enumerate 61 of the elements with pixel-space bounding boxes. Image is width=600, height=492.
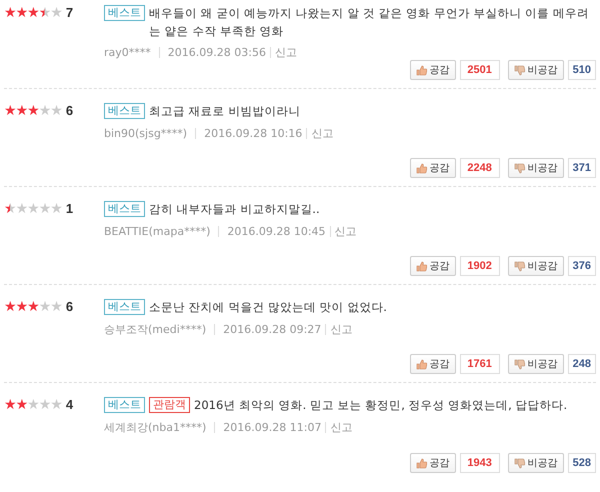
review-tag: 베스트 — [104, 103, 145, 119]
author-name: 세계최강(nba1****) — [104, 422, 216, 433]
dislike-button[interactable]: 비공감 — [508, 158, 564, 178]
dislike-button[interactable]: 비공감 — [508, 453, 564, 473]
like-button[interactable]: 공감 — [410, 354, 456, 374]
star-rating: ★★★★★ — [4, 5, 62, 21]
thumbs-down-icon — [514, 458, 525, 468]
thumbs-down-icon — [514, 64, 525, 76]
dislike-count: 510 — [568, 60, 596, 80]
review-tag: 베스트 — [104, 299, 145, 315]
like-button[interactable]: 공감 — [410, 256, 456, 276]
review-date: 2016.09.28 03:56 — [160, 47, 271, 58]
thumbs-up-icon — [416, 162, 427, 174]
review-tag: 베스트 — [104, 397, 145, 413]
review-text: 소문난 잔치에 먹을건 많았는데 맛이 없었다. — [149, 299, 388, 316]
like-count: 1761 — [460, 354, 500, 374]
review-date: 2016.09.28 10:16 — [196, 128, 308, 139]
like-count: 2501 — [460, 60, 500, 80]
like-count: 2248 — [460, 158, 500, 178]
rating-score: 6 — [66, 103, 74, 119]
like-button[interactable]: 공감 — [410, 158, 456, 178]
thumbs-down-icon — [514, 162, 525, 174]
dislike-count: 376 — [568, 256, 596, 276]
review-date: 2016.09.28 09:27 — [215, 324, 326, 335]
review-text: 2016년 최악의 영화. 믿고 보는 황정민, 정우성 영화였는데, 답답하다. — [194, 397, 568, 414]
star-rating: ★★★★★ — [4, 397, 62, 413]
review-text: 최고급 재료로 비빔밥이라니 — [149, 103, 302, 120]
thumbs-up-icon — [416, 358, 427, 370]
review-date: 2016.09.28 10:45 — [219, 226, 331, 237]
review-tag: 베스트 — [104, 201, 145, 217]
thumbs-down-icon — [514, 358, 525, 370]
review-date: 2016.09.28 11:07 — [215, 422, 326, 433]
dislike-count: 528 — [568, 453, 596, 473]
rating-score: 7 — [66, 5, 74, 21]
rating-score: 6 — [66, 299, 74, 315]
dislike-button[interactable]: 비공감 — [508, 60, 564, 80]
star-rating: ★★★★★ — [4, 103, 62, 119]
dislike-count: 371 — [568, 158, 596, 178]
review-text: 배우들이 왜 굳이 예능까지 나왔는지 알 것 같은 영화 무언가 부실하니 이를 메우려는 얕은 수작 부족한 영화 — [149, 5, 590, 40]
dislike-count: 248 — [568, 354, 596, 374]
dislike-button[interactable]: 비공감 — [508, 256, 564, 276]
star-rating: ★★★★★ — [4, 201, 62, 217]
rating-score: 1 — [66, 201, 74, 217]
review-tag: 베스트 — [104, 5, 145, 21]
thumbs-down-icon — [514, 260, 525, 272]
author-name: ray0**** — [104, 47, 160, 58]
review-tag: 관람객 — [149, 397, 190, 413]
review-text: 감히 내부자들과 비교하지말길.. — [149, 201, 321, 218]
dislike-button[interactable]: 비공감 — [508, 354, 564, 374]
thumbs-up-icon — [416, 260, 427, 272]
star-rating: ★★★★★ — [4, 299, 62, 315]
thumbs-up-icon — [416, 64, 427, 76]
author-name: bin90(sjsg****) — [104, 128, 196, 139]
like-button[interactable]: 공감 — [410, 60, 456, 80]
rating-score: 4 — [66, 397, 74, 413]
like-button[interactable]: 공감 — [410, 453, 456, 473]
author-name: BEATTIE(mapa****) — [104, 226, 220, 237]
thumbs-up-icon — [416, 458, 427, 468]
like-count: 1902 — [460, 256, 500, 276]
author-name: 승부조작(medi****) — [104, 324, 216, 335]
like-count: 1943 — [460, 453, 500, 473]
